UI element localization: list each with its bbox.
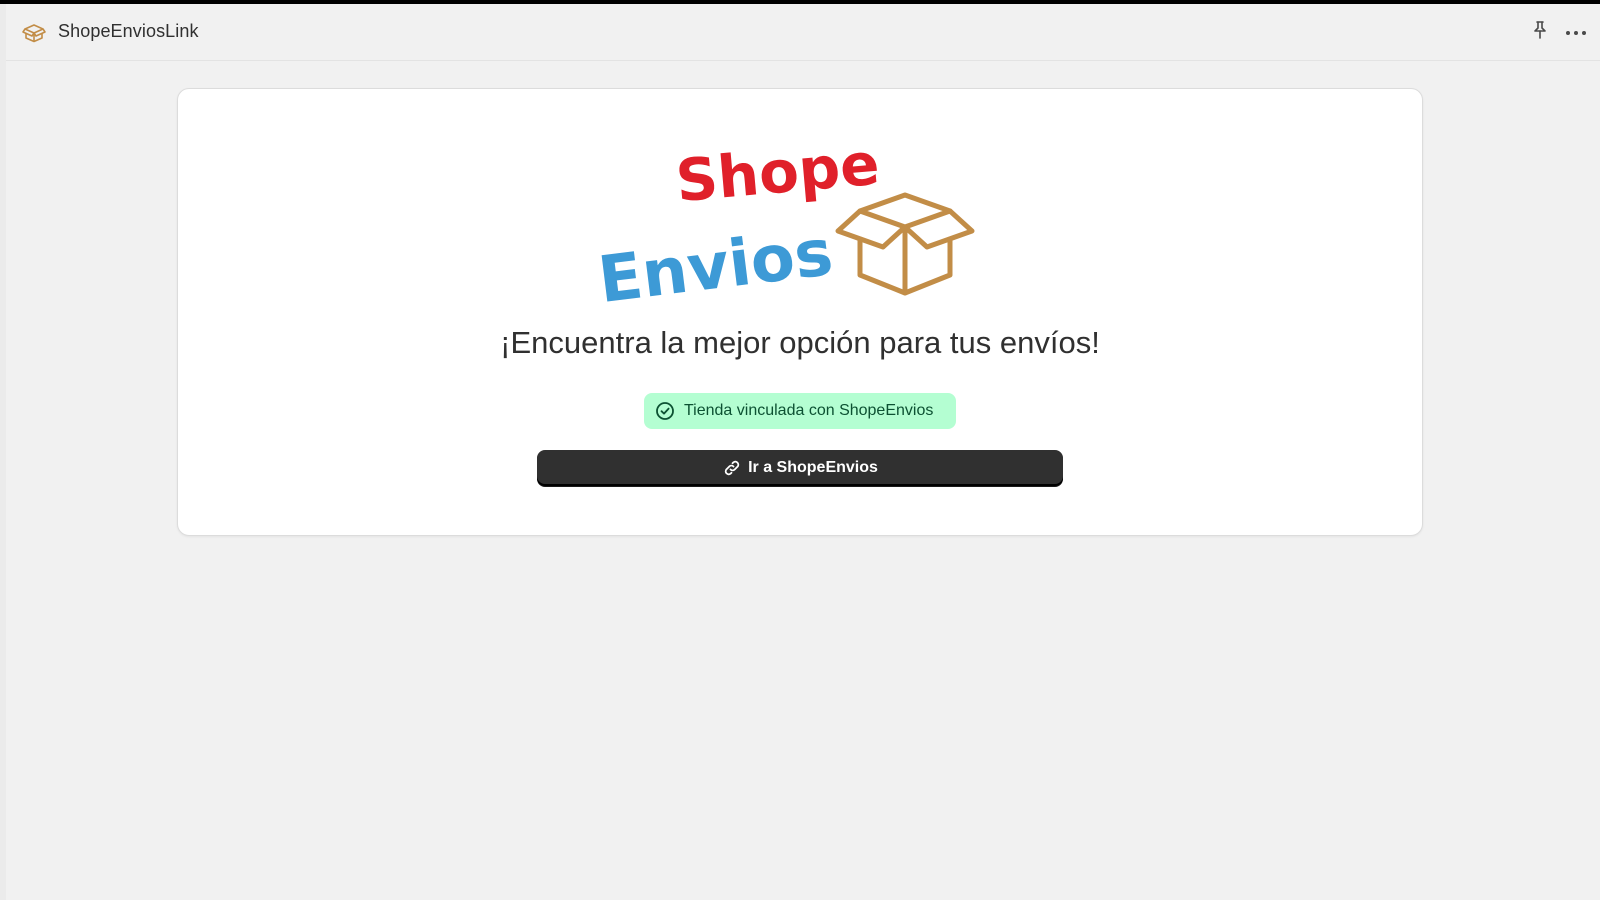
link-icon <box>722 458 742 478</box>
status-badge: Tienda vinculada con ShopeEnvios <box>644 393 956 429</box>
cta-label: Ir a ShopeEnvios <box>748 459 878 476</box>
package-icon <box>21 21 47 43</box>
logo-text-shope: Shope <box>673 147 882 215</box>
more-actions-button[interactable] <box>1562 20 1590 44</box>
pin-button[interactable] <box>1528 20 1552 44</box>
check-circle-icon <box>654 400 676 422</box>
left-edge <box>0 4 6 900</box>
go-to-shopeenvios-button[interactable]: Ir a ShopeEnvios <box>537 450 1063 486</box>
box-icon <box>835 192 975 296</box>
shopeenvios-logo: Shope Envios <box>598 147 975 307</box>
title-bar: ShopeEnviosLink <box>6 4 1600 61</box>
logo-text-envios: Envios <box>598 216 837 307</box>
status-badge-text: Tienda vinculada con ShopeEnvios <box>684 402 934 419</box>
app-title: ShopeEnviosLink <box>58 21 199 41</box>
pin-icon <box>1531 20 1549 45</box>
app-window: ShopeEnviosLink Shope Envios ¡Encuentra … <box>0 4 1600 900</box>
more-horizontal-icon <box>1565 23 1587 41</box>
main-card: Shope Envios ¡Encuentra la mejor opción … <box>177 88 1423 536</box>
page-headline: ¡Encuentra la mejor opción para tus enví… <box>500 325 1100 360</box>
